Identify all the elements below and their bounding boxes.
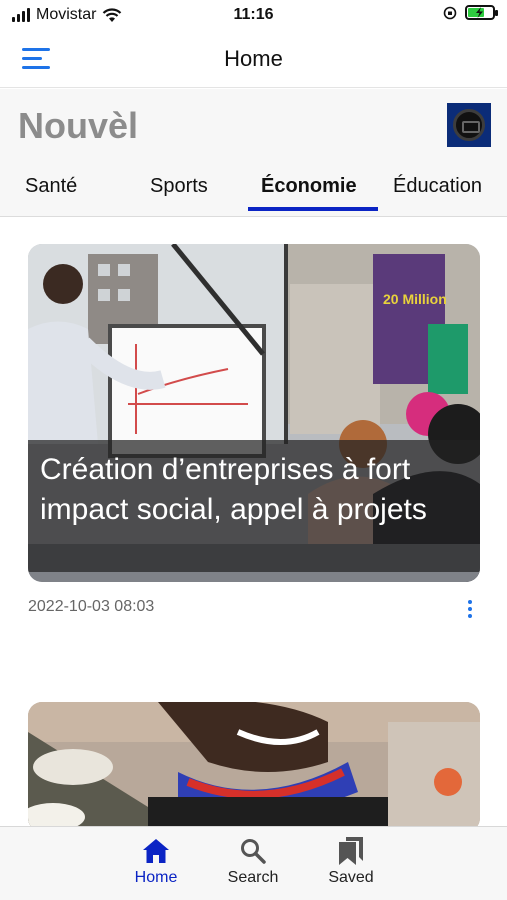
tab-sante[interactable]: Santé <box>25 175 77 198</box>
svg-text:20 Million: 20 Million <box>383 291 447 307</box>
article-card[interactable]: 20 Million Création d’entreprises à fort… <box>28 244 480 582</box>
bottom-tab-bar: Home Search Saved <box>0 826 507 900</box>
brand-logo[interactable] <box>447 103 491 147</box>
brand-title: Nouvèl <box>18 105 139 146</box>
tab-saved-label: Saved <box>328 869 374 886</box>
saved-icon <box>311 835 391 867</box>
article-title: Création d’entreprises à fort impact soc… <box>40 453 427 526</box>
tab-home[interactable]: Home <box>116 835 196 887</box>
article-card[interactable] <box>28 702 480 832</box>
tab-home-label: Home <box>134 869 178 886</box>
status-right <box>443 5 498 20</box>
tab-education[interactable]: Éducation <box>393 175 482 198</box>
search-icon <box>213 835 293 867</box>
more-options-icon[interactable] <box>462 600 478 622</box>
tab-sports[interactable]: Sports <box>150 175 208 198</box>
home-icon <box>116 835 196 867</box>
nav-bar: Home <box>0 32 507 88</box>
status-bar: Movistar 11:16 <box>0 0 507 32</box>
article-caption: Création d’entreprises à fort impact soc… <box>28 440 480 572</box>
page-title: Home <box>224 46 283 71</box>
tab-search-label: Search <box>227 869 279 886</box>
tab-search[interactable]: Search <box>213 835 293 887</box>
article-timestamp: 2022-10-03 08:03 <box>28 598 155 615</box>
battery-icon <box>465 5 498 20</box>
clock: 11:16 <box>233 6 274 23</box>
article-image <box>28 702 480 832</box>
orientation-lock-icon <box>443 6 457 19</box>
tab-saved[interactable]: Saved <box>311 835 391 887</box>
category-header: Nouvèl Santé Sports Économie Éducation <box>0 89 507 217</box>
active-tab-indicator <box>248 207 378 211</box>
tab-economie[interactable]: Économie <box>261 175 357 198</box>
